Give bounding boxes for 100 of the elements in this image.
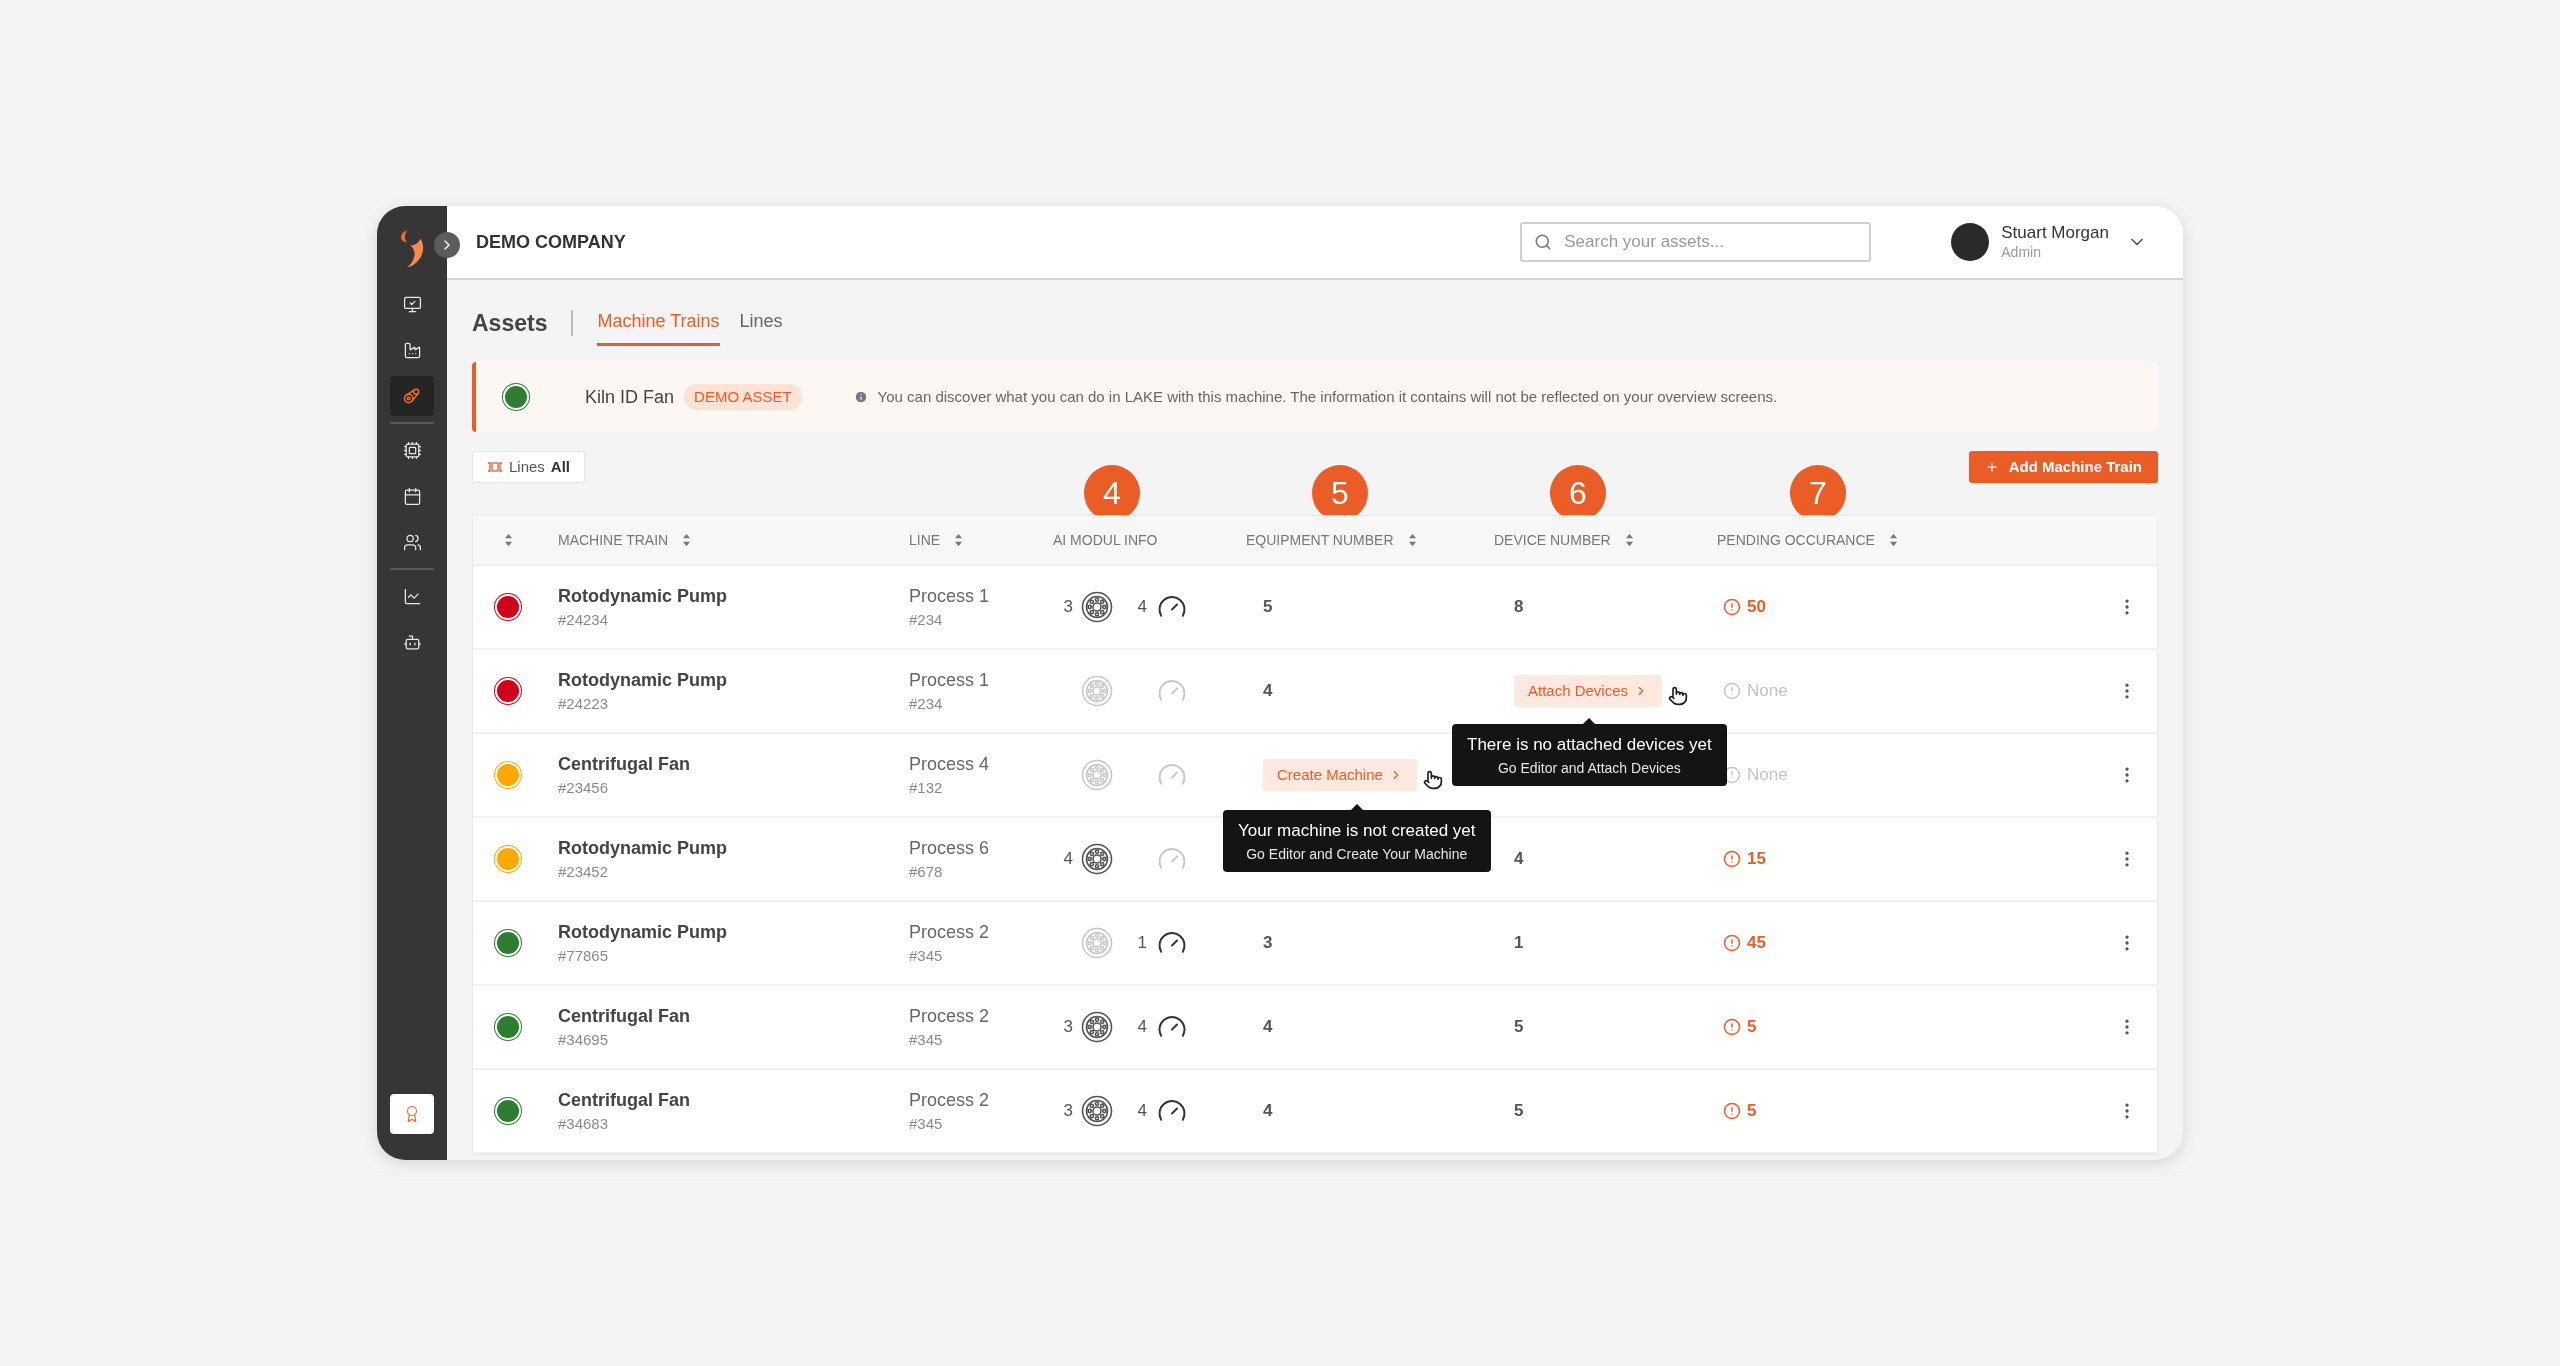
line-id: #345 bbox=[909, 946, 944, 966]
machine-name: Rotodynamic Pump bbox=[558, 921, 728, 944]
column-header: PENDING OCCURANCE bbox=[1717, 530, 1875, 550]
pending-count: 5 bbox=[1747, 1100, 1757, 1123]
user-role: Admin bbox=[2001, 243, 2042, 261]
line-id: #678 bbox=[909, 862, 944, 882]
line-id: #234 bbox=[909, 610, 944, 630]
banner-message: You can discover what you can do in LAKE with this machine. The information it contains will not be reflected on your overview screens. bbox=[877, 386, 1778, 407]
alert-icon bbox=[1723, 1018, 1741, 1036]
number-text: 3 bbox=[1263, 933, 1273, 953]
sensor-count: 4 bbox=[1063, 848, 1073, 871]
tooltip-title: Your machine is not created yet bbox=[1238, 820, 1476, 842]
line-id: #345 bbox=[909, 1114, 944, 1134]
sensor-count: 3 bbox=[1063, 1100, 1073, 1123]
chart-icon bbox=[402, 586, 422, 606]
number-text: 4 bbox=[1263, 681, 1273, 701]
page-title: Assets bbox=[472, 308, 548, 338]
number-text: 5 bbox=[1263, 597, 1273, 617]
alert-icon bbox=[1723, 850, 1741, 868]
sort-icon[interactable] bbox=[1624, 533, 1634, 547]
line-name: Process 1 bbox=[909, 669, 991, 692]
user-menu[interactable]: Stuart Morgan Admin bbox=[1951, 223, 2147, 261]
number-text: 5 bbox=[1514, 1101, 1524, 1121]
alert-icon bbox=[1723, 934, 1741, 952]
avatar bbox=[1951, 223, 1990, 261]
gauge-count: 4 bbox=[1137, 596, 1147, 619]
sort-icon[interactable] bbox=[1407, 533, 1417, 547]
number-text: 4 bbox=[1263, 1101, 1273, 1121]
machine-name: Rotodynamic Pump bbox=[558, 585, 728, 608]
machine-id: #23452 bbox=[558, 862, 610, 882]
pending-count: 45 bbox=[1747, 932, 1766, 955]
hand-cursor-icon bbox=[1668, 686, 1689, 706]
column-header: AI MODUL INFO bbox=[1053, 530, 1158, 550]
search-icon bbox=[1534, 233, 1553, 251]
line-id: #132 bbox=[909, 778, 944, 798]
tab[interactable]: Lines bbox=[739, 300, 783, 346]
info-icon bbox=[853, 390, 868, 404]
number-text: 4 bbox=[1263, 1017, 1273, 1037]
chip-icon bbox=[402, 440, 422, 460]
number-text: 8 bbox=[1514, 597, 1524, 617]
pulley-icon bbox=[402, 386, 422, 406]
line-id: #234 bbox=[909, 694, 944, 714]
machine-name: Rotodynamic Pump bbox=[558, 669, 728, 692]
machine-id: #34683 bbox=[558, 1114, 610, 1134]
filter-button[interactable]: Lines All bbox=[472, 451, 586, 483]
pending-count: 15 bbox=[1747, 848, 1766, 871]
monitor-icon bbox=[402, 294, 422, 314]
search-field[interactable]: Search your assets... bbox=[1520, 222, 1872, 262]
machine-name: Centrifugal Fan bbox=[558, 1089, 691, 1112]
machine-id: #23456 bbox=[558, 778, 610, 798]
sort-icon[interactable] bbox=[954, 533, 964, 547]
pending-none: None bbox=[1747, 680, 1788, 703]
tooltip-title: There is no attached devices yet bbox=[1467, 734, 1712, 756]
demo-badge: DEMO ASSET bbox=[684, 384, 802, 410]
line-name: Process 2 bbox=[909, 1005, 991, 1028]
line-name: Process 4 bbox=[909, 753, 991, 776]
tooltip-subtitle: Go Editor and Attach Devices bbox=[1497, 759, 1681, 778]
tooltip-subtitle: Go Editor and Create Your Machine bbox=[1246, 845, 1468, 864]
factory-icon bbox=[402, 340, 422, 360]
column-header: EQUIPMENT NUMBER bbox=[1246, 530, 1394, 550]
machine-id: #24234 bbox=[558, 610, 610, 630]
number-text: 5 bbox=[1514, 1017, 1524, 1037]
machine-id: #34695 bbox=[558, 1030, 610, 1050]
column-header: LINE bbox=[909, 530, 941, 550]
plus-icon bbox=[1984, 460, 1999, 474]
line-name: Process 2 bbox=[909, 1089, 991, 1112]
users-icon bbox=[402, 532, 422, 552]
line-id: #345 bbox=[909, 1030, 944, 1050]
banner-machine-name: Kiln ID Fan bbox=[585, 385, 675, 409]
lines-icon bbox=[487, 462, 503, 472]
sort-icon[interactable] bbox=[503, 533, 513, 547]
user-name: Stuart Morgan bbox=[2001, 223, 2109, 243]
number-text: 1 bbox=[1514, 933, 1524, 953]
line-name: Process 1 bbox=[909, 585, 991, 608]
sort-icon[interactable] bbox=[1888, 533, 1898, 547]
gauge-count: 1 bbox=[1137, 932, 1147, 955]
gauge-count: 4 bbox=[1137, 1016, 1147, 1039]
machine-id: #24223 bbox=[558, 694, 610, 714]
number-text: 4 bbox=[1514, 849, 1524, 869]
award-button[interactable] bbox=[390, 1094, 434, 1134]
machine-name: Rotodynamic Pump bbox=[558, 837, 728, 860]
machine-name: Centrifugal Fan bbox=[558, 753, 691, 776]
sensor-count: 3 bbox=[1063, 1016, 1073, 1039]
hand-cursor-icon bbox=[1422, 770, 1443, 790]
calendar-icon bbox=[402, 486, 422, 506]
column-header: DEVICE NUMBER bbox=[1494, 530, 1611, 550]
machine-name: Centrifugal Fan bbox=[558, 1005, 691, 1028]
line-name: Process 6 bbox=[909, 837, 991, 860]
column-header: MACHINE TRAIN bbox=[558, 530, 669, 550]
gauge-count: 4 bbox=[1137, 1100, 1147, 1123]
sensor-count: 3 bbox=[1063, 596, 1073, 619]
company-name: DEMO COMPANY bbox=[476, 230, 626, 254]
line-name: Process 2 bbox=[909, 921, 991, 944]
sidebar-item[interactable] bbox=[390, 376, 434, 416]
pending-count: 50 bbox=[1747, 596, 1766, 619]
pending-count: 5 bbox=[1747, 1016, 1757, 1039]
alert-icon bbox=[1723, 1102, 1741, 1120]
sort-icon[interactable] bbox=[682, 533, 692, 547]
pending-none: None bbox=[1747, 764, 1788, 787]
alert-icon bbox=[1723, 682, 1741, 700]
